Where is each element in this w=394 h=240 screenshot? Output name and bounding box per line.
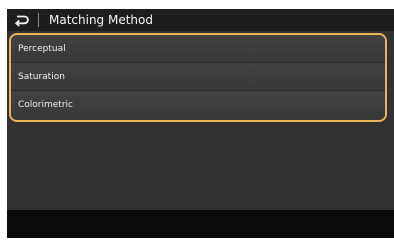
bottom-bar (7, 210, 394, 238)
option-perceptual[interactable]: Perceptual (11, 35, 385, 63)
page-title: Matching Method (49, 13, 153, 27)
title-divider (38, 13, 39, 27)
option-saturation[interactable]: Saturation (11, 63, 385, 91)
back-button[interactable] (9, 10, 33, 30)
option-label: Colorimetric (18, 100, 73, 110)
printer-panel-screen: Matching Method Perceptual Saturation Co… (7, 9, 394, 238)
option-label: Perceptual (18, 44, 66, 54)
option-list: Perceptual Saturation Colorimetric (9, 33, 387, 122)
back-arrow-icon (14, 15, 29, 27)
option-colorimetric[interactable]: Colorimetric (11, 91, 385, 119)
option-label: Saturation (18, 72, 65, 82)
title-bar: Matching Method (7, 9, 394, 31)
